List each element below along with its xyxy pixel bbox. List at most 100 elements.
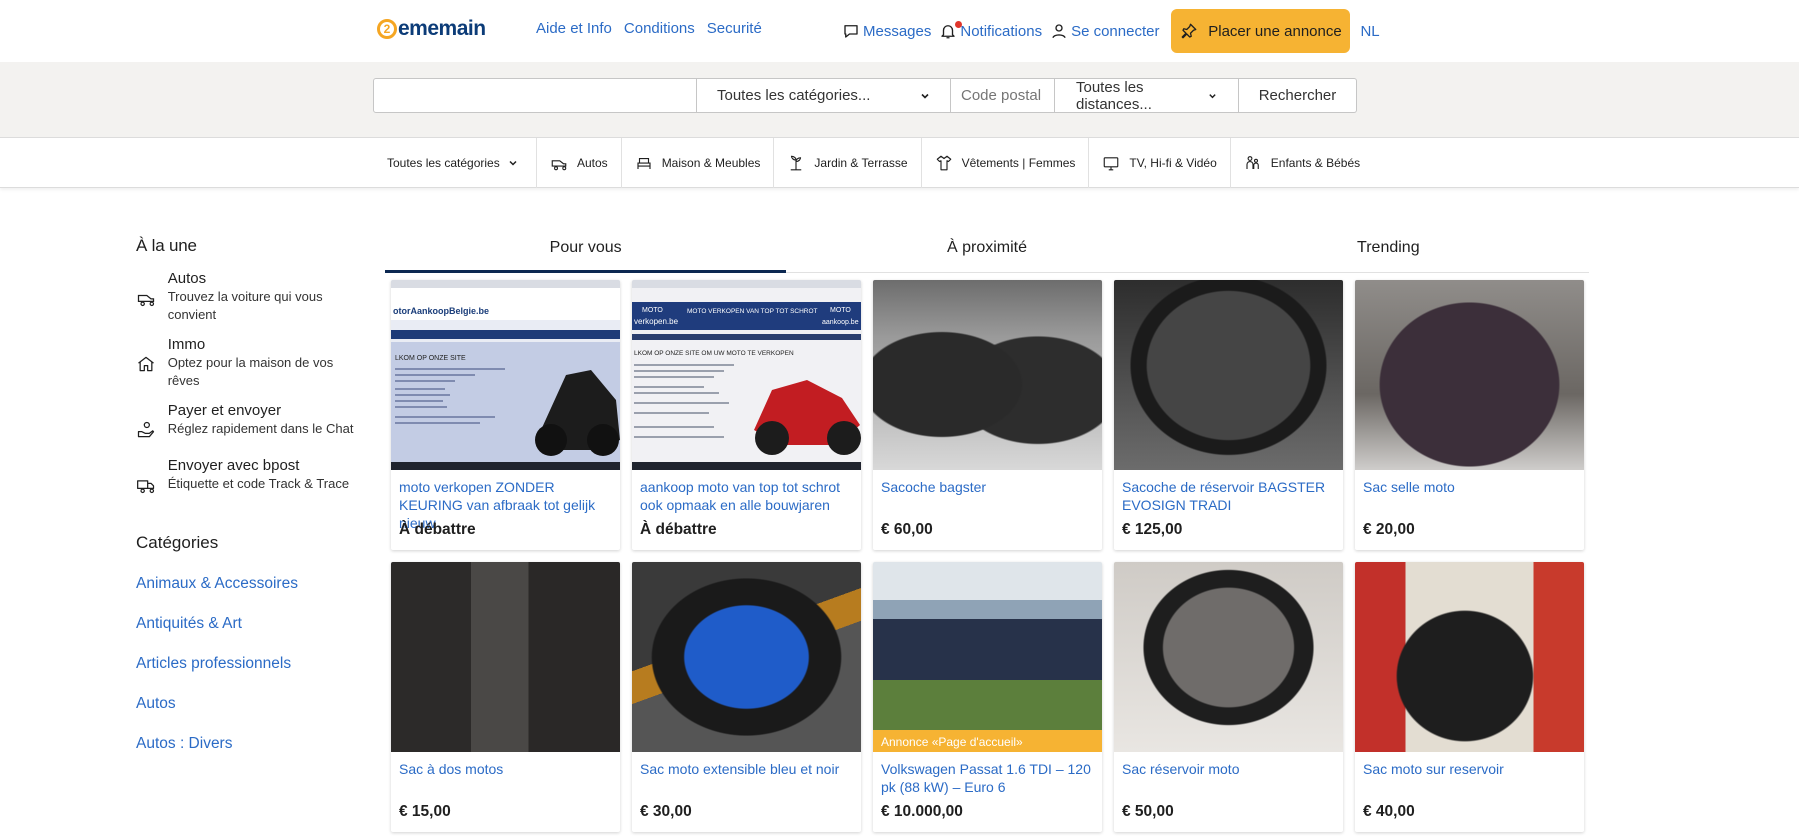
delivery-truck-icon bbox=[137, 480, 155, 494]
listing-title: Sac moto extensible bleu et noir bbox=[640, 761, 840, 777]
tab-pour-vous[interactable]: Pour vous bbox=[385, 232, 787, 273]
site-logo[interactable]: 2 ememain bbox=[377, 16, 486, 42]
listing-price: € 125,00 bbox=[1122, 521, 1183, 538]
listing-image: MOTO verkopen.be MOTO VERKOPEN VAN TOP T… bbox=[632, 280, 861, 470]
listing-card[interactable]: Sac selle moto € 20,00 bbox=[1355, 280, 1584, 550]
site-brand-top: MOTO bbox=[642, 307, 663, 314]
listing-card[interactable]: Sac moto sur reservoir € 40,00 bbox=[1355, 562, 1584, 832]
search-button[interactable]: Rechercher bbox=[1239, 78, 1357, 113]
login-link[interactable]: Se connecter bbox=[1050, 22, 1159, 40]
listing-image bbox=[632, 562, 861, 752]
categories-title: Catégories bbox=[136, 533, 219, 552]
logo-mark: 2 bbox=[377, 19, 397, 39]
site-brand2-top: MOTO bbox=[830, 307, 851, 314]
listing-card[interactable]: Annonce «Page d'accueil» Volkswagen Pass… bbox=[873, 562, 1102, 832]
listing-card[interactable]: Sacoche de réservoir BAGSTER EVOSIGN TRA… bbox=[1114, 280, 1343, 550]
listing-title: Sac réservoir moto bbox=[1122, 761, 1240, 777]
catbar-label: Autos bbox=[577, 156, 608, 170]
tab-a-proximite[interactable]: À proximité bbox=[786, 232, 1187, 272]
listing-title: Sac à dos motos bbox=[399, 761, 504, 777]
distance-select-value: Toutes les distances... bbox=[1076, 78, 1152, 113]
catbar-item-vetements[interactable]: Vêtements | Femmes bbox=[922, 138, 1090, 188]
listing-image bbox=[1114, 280, 1343, 470]
catbar-item-maison[interactable]: Maison & Meubles bbox=[622, 138, 775, 188]
top-header: 2 ememain Aide et Info Conditions Securi… bbox=[0, 0, 1799, 62]
listing-grid: otorAankoopBelgie.be LKOM OP ONZE SITE m… bbox=[391, 280, 1584, 832]
sidebar-category-link[interactable]: Antiquités & Art bbox=[136, 615, 356, 655]
search-input[interactable] bbox=[374, 79, 696, 112]
distance-select[interactable]: Toutes les distances... bbox=[1055, 78, 1239, 113]
catbar-label: Enfants & Bébés bbox=[1270, 156, 1361, 170]
listing-price: À débattre bbox=[399, 521, 476, 538]
language-switch[interactable]: NL bbox=[1360, 23, 1379, 40]
listing-image: otorAankoopBelgie.be LKOM OP ONZE SITE bbox=[391, 280, 620, 470]
listing-title: Sacoche bagster bbox=[881, 479, 987, 495]
listing-image bbox=[1355, 562, 1584, 752]
site-brand2-bottom: aankoop.be bbox=[822, 319, 859, 326]
furniture-icon bbox=[637, 157, 651, 169]
messages-link[interactable]: Messages bbox=[842, 22, 931, 40]
postal-code-field bbox=[951, 78, 1055, 113]
garden-icon bbox=[791, 155, 802, 171]
clothing-icon bbox=[936, 155, 951, 171]
search-band: Toutes les catégories... Toutes les dist… bbox=[0, 62, 1799, 138]
bell-icon bbox=[939, 21, 963, 40]
category-select[interactable]: Toutes les catégories... bbox=[697, 78, 951, 113]
listing-card[interactable]: Sac réservoir moto € 50,00 bbox=[1114, 562, 1343, 832]
featured-item-autos[interactable]: Autos Trouvez la voiture qui vous convie… bbox=[136, 270, 356, 324]
all-categories-dropdown[interactable]: Toutes les catégories bbox=[373, 138, 537, 188]
listing-image: Annonce «Page d'accueil» bbox=[873, 562, 1102, 752]
notifications-label: Notifications bbox=[960, 22, 1043, 40]
catbar-item-jardin[interactable]: Jardin & Terrasse bbox=[774, 138, 922, 188]
listing-price: € 15,00 bbox=[399, 803, 451, 820]
listing-title: Volkswagen Passat 1.6 TDI – 120 pk (88 k… bbox=[881, 761, 1091, 795]
listing-card[interactable]: Sac à dos motos € 15,00 bbox=[391, 562, 620, 832]
listing-image bbox=[391, 562, 620, 752]
listing-title: Sacoche de réservoir BAGSTER EVOSIGN TRA… bbox=[1122, 479, 1326, 513]
security-link[interactable]: Securité bbox=[707, 20, 762, 37]
catbar-item-enfants[interactable]: Enfants & Bébés bbox=[1231, 138, 1373, 188]
catbar-item-tv[interactable]: TV, Hi-fi & Vidéo bbox=[1089, 138, 1231, 188]
logo-text: ememain bbox=[398, 17, 486, 40]
featured-item-subtitle: Étiquette et code Track & Trace bbox=[167, 476, 350, 491]
catbar-item-autos[interactable]: Autos bbox=[537, 138, 622, 188]
car-icon bbox=[137, 294, 155, 307]
top-links: Aide et Info Conditions Securité bbox=[536, 20, 762, 37]
place-ad-label: Placer une annonce bbox=[1208, 22, 1342, 40]
listing-card[interactable]: Sac moto extensible bleu et noir € 30,00 bbox=[632, 562, 861, 832]
search-form: Toutes les catégories... Toutes les dist… bbox=[373, 78, 1357, 113]
featured-item-payer[interactable]: Payer et envoyer Réglez rapidement dans … bbox=[136, 402, 356, 445]
listing-price: € 10.000,00 bbox=[881, 803, 963, 820]
site-brand-bottom: verkopen.be bbox=[634, 317, 679, 326]
chat-bubble-icon bbox=[844, 25, 858, 38]
listing-card[interactable]: otorAankoopBelgie.be LKOM OP ONZE SITE m… bbox=[391, 280, 620, 550]
catbar-label: Vêtements | Femmes bbox=[961, 156, 1076, 170]
sidebar-category-link[interactable]: Autos bbox=[136, 695, 356, 735]
help-link[interactable]: Aide et Info bbox=[536, 20, 612, 37]
sidebar-category-link[interactable]: Autos : Divers bbox=[136, 735, 356, 775]
house-icon bbox=[138, 356, 154, 372]
sidebar-category-link[interactable]: Articles professionnels bbox=[136, 655, 356, 695]
listing-price: € 60,00 bbox=[881, 521, 933, 538]
hand-pay-icon bbox=[137, 421, 155, 438]
listing-card[interactable]: MOTO verkopen.be MOTO VERKOPEN VAN TOP T… bbox=[632, 280, 861, 550]
site-heading-text: LKOM OP ONZE SITE OM UW MOTO TE VERKOPEN bbox=[634, 350, 794, 357]
sidebar-category-link[interactable]: Animaux & Accessoires bbox=[136, 575, 356, 615]
tab-trending[interactable]: Trending bbox=[1188, 232, 1589, 272]
listing-price: € 40,00 bbox=[1363, 803, 1415, 820]
listing-title: Sac selle moto bbox=[1363, 479, 1455, 495]
listing-card[interactable]: Sacoche bagster € 60,00 bbox=[873, 280, 1102, 550]
featured-item-immo[interactable]: Immo Optez pour la maison de vos rêves bbox=[136, 336, 356, 390]
featured-item-title: Envoyer avec bpost bbox=[167, 457, 300, 474]
featured-item-subtitle: Trouvez la voiture qui vous convient bbox=[167, 289, 323, 322]
postal-code-input[interactable] bbox=[961, 87, 1044, 104]
login-label: Se connecter bbox=[1071, 22, 1160, 40]
catbar-label: Maison & Meubles bbox=[661, 156, 761, 170]
listing-price: € 20,00 bbox=[1363, 521, 1415, 538]
user-icon bbox=[1052, 24, 1066, 39]
featured-item-subtitle: Optez pour la maison de vos rêves bbox=[167, 355, 334, 388]
conditions-link[interactable]: Conditions bbox=[624, 20, 695, 37]
notifications-link[interactable]: Notifications bbox=[939, 21, 1043, 40]
featured-item-bpost[interactable]: Envoyer avec bpost Étiquette et code Tra… bbox=[136, 457, 356, 500]
place-ad-button[interactable]: Placer une annonce bbox=[1171, 9, 1351, 53]
